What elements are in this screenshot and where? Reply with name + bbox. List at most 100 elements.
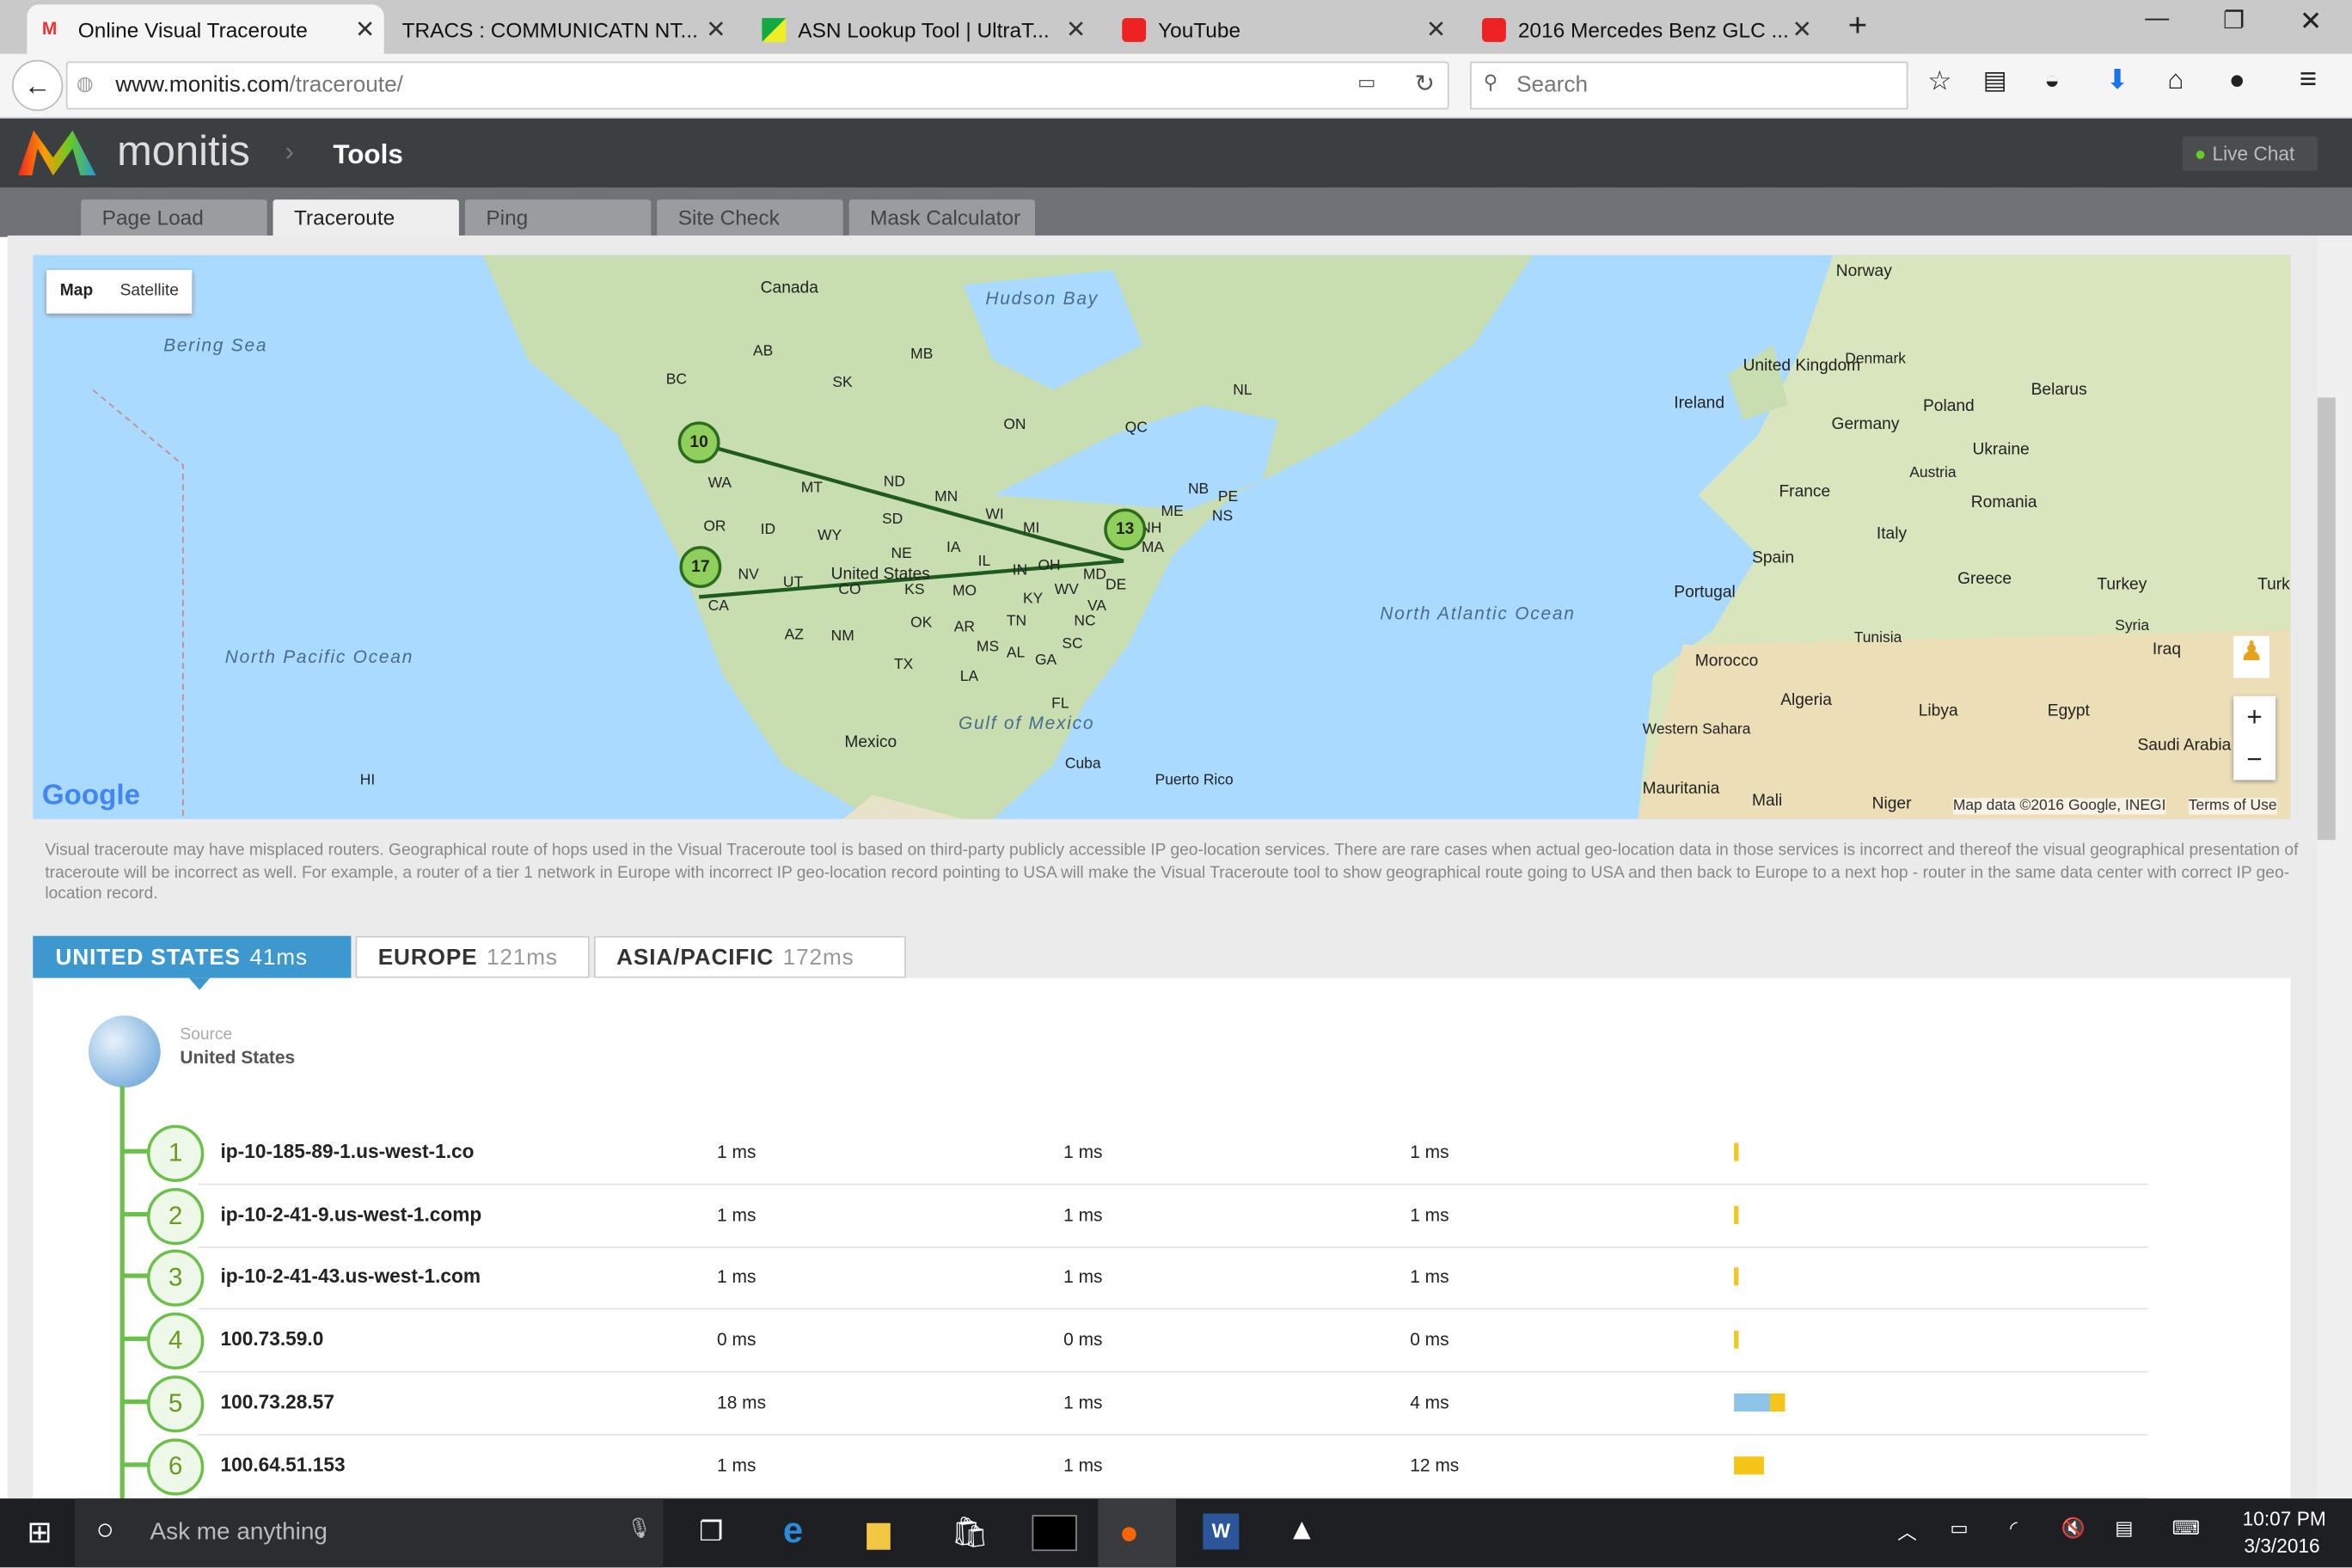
hop-time-2: 1 ms (1063, 1266, 1103, 1288)
action-center-icon[interactable]: ▤ (2115, 1516, 2133, 1540)
reader-view-icon[interactable]: ▭ (1357, 70, 1375, 95)
zoom-in-button[interactable]: + (2233, 696, 2275, 738)
map-label: Portugal (1674, 583, 1736, 602)
satellite-button[interactable]: Satellite (107, 270, 193, 314)
hop-host: 100.64.51.153 (220, 1452, 346, 1476)
close-tab-icon[interactable]: ✕ (1066, 15, 1086, 45)
back-button[interactable]: ← (11, 59, 64, 112)
clock-date[interactable]: 3/3/2016 (2244, 1534, 2319, 1557)
reload-icon[interactable]: ↻ (1414, 69, 1434, 99)
restore-button[interactable]: ❐ (2223, 6, 2245, 36)
pocket-icon[interactable]: ◒ (2044, 66, 2060, 96)
edge-icon[interactable]: e (783, 1510, 803, 1553)
traceroute-map[interactable]: Canada Hudson Bay Bering Sea AB MB BC SK ON QC NL… (33, 254, 2291, 819)
scrollbar[interactable] (2317, 235, 2352, 1499)
map-label: AB (752, 343, 774, 360)
browser-tab[interactable]: YouTube ✕ (1122, 4, 1455, 54)
region-tab-asia-pacific[interactable]: ASIA/PACIFIC 172ms (593, 935, 906, 978)
download-icon[interactable]: ⬇ (2106, 64, 2128, 96)
live-chat-button[interactable]: ● Live Chat (2182, 136, 2318, 171)
show-hidden-icons[interactable]: ︿ (1897, 1516, 1917, 1545)
monitis-logo-icon[interactable] (17, 130, 96, 176)
search-input[interactable]: ⚲ Search (1470, 61, 1908, 110)
browser-tab[interactable]: ASN Lookup Tool | UltraT... ✕ (762, 4, 1094, 54)
map-label: Mauritania (1642, 780, 1720, 799)
breadcrumb-tools[interactable]: Tools (333, 139, 402, 171)
hop-row[interactable]: 6 100.64.51.153 1 ms 1 ms 12 ms (33, 1435, 2148, 1498)
terms-link[interactable]: Terms of Use (2188, 798, 2277, 815)
site-logo-text[interactable]: monitis (117, 127, 250, 175)
map-marker[interactable]: 13 (1104, 508, 1147, 551)
home-icon[interactable]: ⌂ (2167, 64, 2184, 96)
map-label: UT (782, 574, 804, 591)
hop-time-3: 4 ms (1410, 1391, 1449, 1413)
hop-row[interactable]: 4 100.73.59.0 0 ms 0 ms 0 ms (33, 1309, 2148, 1373)
url-bar[interactable]: ◍ www.monitis.com/traceroute/ ▭ ↻ (65, 61, 1449, 110)
region-tab-europe[interactable]: EUROPE 121ms (355, 935, 590, 978)
map-label: NC (1074, 613, 1096, 630)
online-dot-icon: ● (2194, 142, 2207, 165)
wifi-icon[interactable]: ◜ (2010, 1516, 2018, 1540)
hop-row[interactable]: 2 ip-10-2-41-9.us-west-1.comp 1 ms 1 ms 1 ms (33, 1185, 2148, 1248)
close-tab-icon[interactable]: ✕ (1426, 15, 1446, 45)
map-marker[interactable]: 17 (679, 546, 722, 589)
scrollbar-thumb[interactable] (2317, 397, 2336, 841)
cortana-search[interactable]: ○ Ask me anything 🎙 (75, 1498, 664, 1568)
clock-time[interactable]: 10:07 PM (2243, 1508, 2326, 1530)
close-tab-icon[interactable]: ✕ (355, 15, 375, 45)
bookmarks-list-icon[interactable]: ▤ (1983, 66, 2007, 96)
region-tab-us[interactable]: UNITED STATES 41ms (33, 935, 352, 978)
tab-page-load[interactable]: Page Load (81, 199, 267, 237)
hop-number-badge: 5 (147, 1375, 205, 1433)
keyboard-icon[interactable]: ⌨ (2172, 1516, 2201, 1540)
chat-icon[interactable]: ● (2229, 64, 2245, 96)
map-label: Tunisia (1853, 629, 1902, 647)
file-explorer-icon[interactable]: ▆ (867, 1514, 891, 1552)
map-marker[interactable]: 10 (677, 421, 720, 464)
windows-start-icon[interactable]: ⊞ (27, 1514, 52, 1552)
word-icon[interactable]: W (1203, 1513, 1240, 1550)
map-label: SK (832, 375, 853, 392)
source-label: Source (180, 1026, 233, 1044)
hop-connector (123, 1399, 150, 1404)
volume-muted-icon[interactable]: 🔇 (2061, 1516, 2085, 1540)
map-label: Niger (1871, 794, 1912, 813)
new-tab-button[interactable]: + (1848, 6, 1867, 45)
tab-site-check[interactable]: Site Check (657, 199, 843, 237)
task-view-icon[interactable]: ❐ (699, 1516, 723, 1548)
hop-row[interactable]: 5 100.73.28.57 18 ms 1 ms 4 ms (33, 1372, 2148, 1436)
terminal-icon[interactable] (1032, 1515, 1077, 1552)
hop-row[interactable]: 1 ip-10-185-89-1.us-west-1.co 1 ms 1 ms 1 ms (33, 1122, 2148, 1185)
map-button[interactable]: Map (46, 270, 107, 314)
photos-icon[interactable]: ▲ (1287, 1514, 1317, 1548)
map-label: Saudi Arabia (2137, 736, 2232, 755)
hop-time-3: 0 ms (1410, 1329, 1449, 1351)
tab-mask-calculator[interactable]: Mask Calculator (848, 199, 1035, 237)
hop-time-2: 1 ms (1063, 1141, 1103, 1163)
site-header: monitis › Tools ● Live Chat (0, 118, 2352, 189)
microphone-icon[interactable]: 🎙 (627, 1516, 652, 1540)
store-icon[interactable]: 🛍 (951, 1514, 989, 1552)
close-window-button[interactable]: ✕ (2300, 6, 2322, 38)
browser-tab[interactable]: M Online Visual Traceroute ✕ (27, 4, 384, 54)
battery-icon[interactable]: ▭ (1950, 1516, 1968, 1540)
map-label: NM (830, 628, 854, 646)
close-tab-icon[interactable]: ✕ (706, 15, 726, 45)
source-value: United States (180, 1046, 296, 1069)
map-label: Turk (2257, 576, 2290, 594)
menu-icon[interactable]: ≡ (2300, 63, 2317, 97)
hop-connector (123, 1274, 150, 1279)
map-label: Libya (1918, 701, 1958, 720)
minimize-button[interactable]: — (2145, 6, 2169, 33)
hop-row[interactable]: 3 ip-10-2-41-43.us-west-1.com 1 ms 1 ms 1 ms (33, 1247, 2148, 1310)
bookmark-star-icon[interactable]: ☆ (1927, 66, 1951, 98)
tab-traceroute[interactable]: Traceroute (273, 199, 459, 237)
close-tab-icon[interactable]: ✕ (1792, 15, 1811, 45)
nav-bar: ← ◍ www.monitis.com/traceroute/ ▭ ↻ ⚲ Se… (0, 53, 2352, 119)
browser-tab[interactable]: TRACS : COMMUNICATN NT... ✕ (402, 4, 735, 54)
tab-ping[interactable]: Ping (464, 199, 652, 237)
firefox-taskbar-button[interactable]: ● (1098, 1498, 1177, 1568)
street-view-pegman-icon[interactable]: ♟ (2233, 635, 2270, 678)
zoom-out-button[interactable]: − (2233, 738, 2275, 780)
browser-tab[interactable]: 2016 Mercedes Benz GLC ... ✕ (1481, 4, 1821, 54)
